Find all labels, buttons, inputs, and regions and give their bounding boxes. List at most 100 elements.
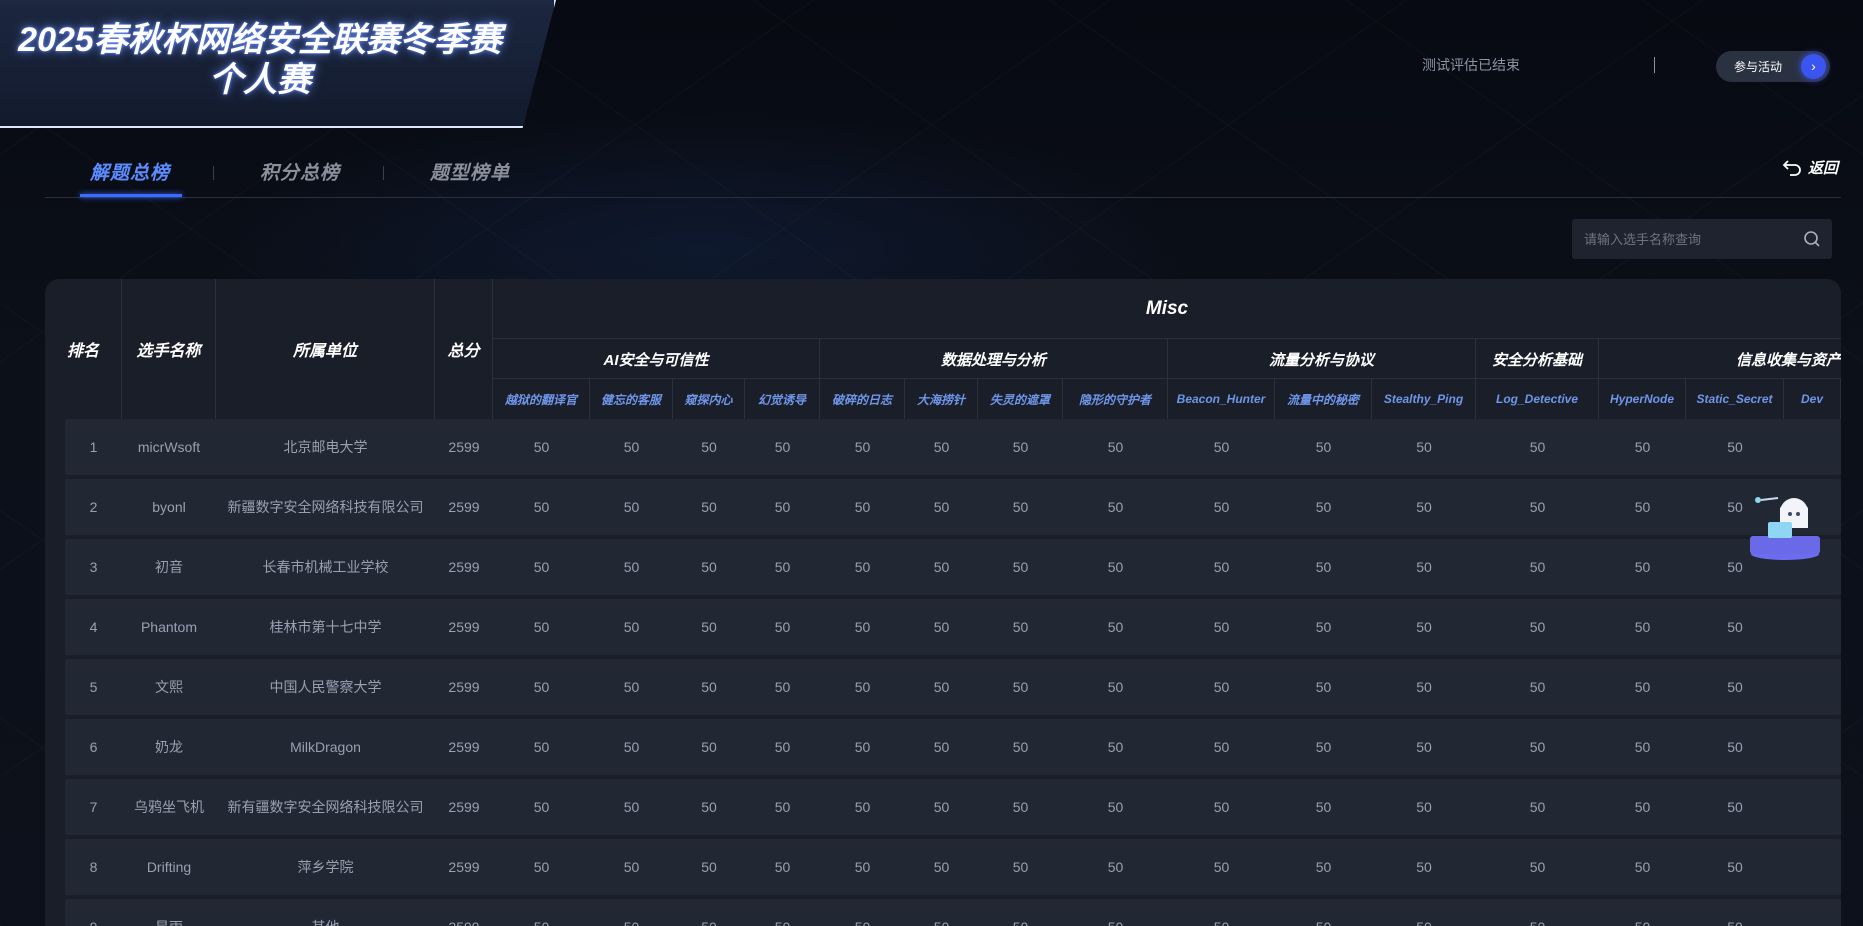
score-cell: 50 <box>1213 799 1230 815</box>
score-cell: 50 <box>854 859 871 875</box>
tab-divider <box>383 166 384 180</box>
score-cell: 50 <box>623 739 640 755</box>
rank-cell: 2 <box>89 499 98 515</box>
score-cell: 50 <box>533 439 550 455</box>
score-cell: 50 <box>1213 559 1230 575</box>
player-name-cell: micrWsoft <box>137 439 201 455</box>
score-cell: 50 <box>933 679 950 695</box>
score-cell: 50 <box>1012 619 1029 635</box>
score-cell: 50 <box>1634 439 1651 455</box>
table-row[interactable]: 2 byonl 新疆数字安全网络科技有限公司 2599 50 50 50 50 50 50 50 50… <box>65 479 1841 535</box>
table-row[interactable]: 3 初音 长春市机械工业学校 2599 50 50 50 50 50 50 50 50 50 50 50 50… <box>65 539 1841 595</box>
score-cell: 50 <box>1063 899 1168 926</box>
player-name-cell: 文熙 <box>155 679 183 695</box>
score-cell: 50 <box>1107 499 1124 515</box>
rank-cell: 9 <box>65 899 122 926</box>
total-score-cell: 2599 <box>448 859 480 875</box>
table-row[interactable]: 7 乌鸦坐飞机 新有疆数字安全网络科技限公司 2599 50 50 50 50 50 50 50 50… <box>65 779 1841 835</box>
score-cell: 50 <box>1416 499 1432 515</box>
search-box <box>1572 219 1832 259</box>
score-cell: 50 <box>1529 859 1546 875</box>
total-score-cell: 2599 <box>448 439 480 455</box>
score-cell: 50 <box>1012 499 1029 515</box>
join-activity-button[interactable]: 参与活动 › <box>1716 51 1830 82</box>
score-cell: 50 <box>1107 799 1124 815</box>
tab-bar: 解题总榜 积分总榜 题型榜单 <box>45 158 1841 198</box>
rank-cell: 4 <box>89 619 98 635</box>
score-cell: 50 <box>854 739 871 755</box>
score-cell: 50 <box>774 859 791 875</box>
player-name-cell: 奶龙 <box>155 739 183 755</box>
score-cell: 50 <box>905 899 978 926</box>
score-cell: 50 <box>1416 739 1432 755</box>
score-cell: 50 <box>933 859 950 875</box>
score-cell: 50 <box>623 619 640 635</box>
score-cell: 50 <box>1727 739 1743 755</box>
score-cell: 50 <box>1634 739 1651 755</box>
score-cell: 50 <box>1107 859 1124 875</box>
organization-cell: 新疆数字安全网络科技有限公司 <box>227 499 424 515</box>
header-divider <box>1654 57 1655 73</box>
back-button[interactable]: 返回 <box>1782 157 1838 178</box>
table-row[interactable]: 4 Phantom 桂林市第十七中学 2599 50 50 50 50 50 50 50 50 50 50… <box>65 599 1841 655</box>
challenge-header: 幻觉诱导 <box>745 379 820 419</box>
score-cell: 50 <box>533 679 550 695</box>
challenge-header: 失灵的遮罩 <box>978 379 1063 419</box>
score-cell: 50 <box>1315 739 1332 755</box>
score-cell: 50 <box>1416 799 1432 815</box>
score-cell: 50 <box>1213 739 1230 755</box>
table-row[interactable]: 9星雨其他25995050505050505050505050505050 <box>65 899 1841 926</box>
score-cell: 50 <box>854 799 871 815</box>
total-score-cell: 2599 <box>448 499 480 515</box>
score-cell: 50 <box>1012 739 1029 755</box>
page-title-line2: 个人赛 <box>209 61 311 99</box>
score-cell: 50 <box>1012 859 1029 875</box>
group-header: 流量分析与协议 <box>1168 339 1476 379</box>
score-cell: 50 <box>590 899 673 926</box>
tab-category-ranking[interactable]: 题型榜单 <box>430 158 510 185</box>
organization-cell: 萍乡学院 <box>297 859 354 875</box>
score-cell: 50 <box>701 679 717 695</box>
score-cell: 50 <box>1727 439 1743 455</box>
score-cell: 50 <box>701 499 717 515</box>
table-row[interactable]: 6 奶龙 MilkDragon 2599 50 50 50 50 50 50 50 50 50 50 50 5… <box>65 719 1841 775</box>
score-cell: 50 <box>1416 619 1432 635</box>
score-cell: 50 <box>1529 619 1546 635</box>
score-cell: 50 <box>854 439 871 455</box>
score-cell: 50 <box>1315 859 1332 875</box>
score-cell: 50 <box>854 559 871 575</box>
score-cell: 50 <box>1107 739 1124 755</box>
score-cell: 50 <box>1107 559 1124 575</box>
score-cell: 50 <box>1599 899 1686 926</box>
challenge-header: 流量中的秘密 <box>1275 379 1372 419</box>
search-icon[interactable] <box>1792 219 1832 259</box>
header-total: 总分 <box>435 279 493 419</box>
total-score-cell: 2599 <box>448 559 480 575</box>
header-org: 所属单位 <box>216 279 435 419</box>
table-row[interactable]: 8 Drifting 萍乡学院 2599 50 50 50 50 50 50 50 50 50 50 50 5… <box>65 839 1841 895</box>
score-cell: 50 <box>978 899 1063 926</box>
back-label: 返回 <box>1808 160 1839 177</box>
challenge-header: Stealthy_Ping <box>1372 379 1476 419</box>
score-cell: 50 <box>774 439 791 455</box>
total-score-cell: 2599 <box>448 739 480 755</box>
score-cell: 50 <box>1634 559 1651 575</box>
tab-solve-ranking[interactable]: 解题总榜 <box>90 158 170 185</box>
score-cell: 50 <box>1213 499 1230 515</box>
score-cell: 50 <box>820 899 905 926</box>
score-cell: 50 <box>493 899 590 926</box>
tab-score-ranking[interactable]: 积分总榜 <box>260 158 340 185</box>
score-cell: 50 <box>1529 499 1546 515</box>
table-row[interactable]: 5 文熙 中国人民警察大学 2599 50 50 50 50 50 50 50 50 50 50 50 50 5… <box>65 659 1841 715</box>
status-text: 测试评估已结束 <box>1422 57 1520 73</box>
score-cell: 50 <box>701 619 717 635</box>
player-search-input[interactable] <box>1572 231 1792 247</box>
score-cell: 50 <box>1213 619 1230 635</box>
organization-cell: 其他 <box>216 899 435 926</box>
table-row[interactable]: 1 micrWsoft 北京邮电大学 2599 50 50 50 50 50 50 50 50 50 50… <box>65 419 1841 475</box>
organization-cell: 中国人民警察大学 <box>269 679 382 695</box>
score-cell: 50 <box>1012 679 1029 695</box>
score-cell: 50 <box>933 799 950 815</box>
score-cell: 50 <box>1634 799 1651 815</box>
score-cell: 50 <box>1213 679 1230 695</box>
